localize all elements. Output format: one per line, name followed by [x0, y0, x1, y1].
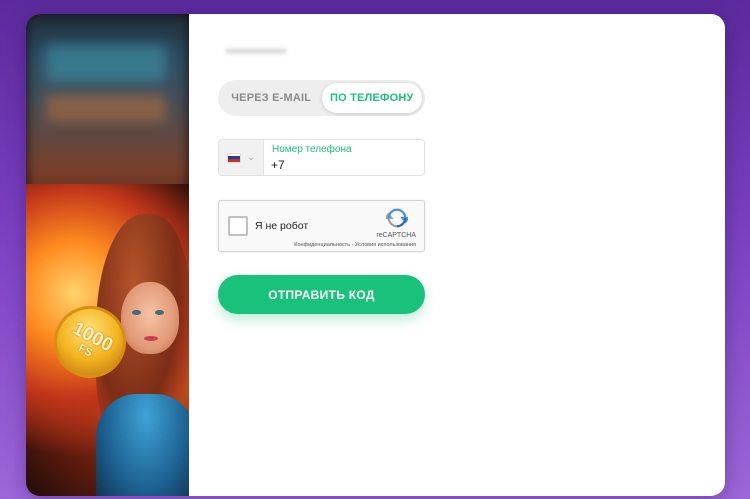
tab-email[interactable]: ЧЕРЕЗ E-MAIL: [221, 83, 322, 113]
phone-input[interactable]: [271, 157, 421, 173]
phone-input-wrapper: Номер телефона: [264, 140, 424, 175]
recaptcha-label: Я не робот: [255, 220, 309, 232]
recaptcha-widget: Я не робот reCAPTCHA Конфиденциальность …: [218, 200, 425, 252]
recaptcha-links[interactable]: Конфиденциальность - Условия использован…: [294, 242, 416, 248]
character-eye: [132, 310, 141, 315]
auth-method-tabs: ЧЕРЕЗ E-MAIL ПО ТЕЛЕФОНУ: [218, 80, 425, 116]
blurred-panel-title: ▬▬▬▬▬: [226, 42, 286, 56]
form-panel: ▬▬▬▬▬ ЧЕРЕЗ E-MAIL ПО ТЕЛЕФОНУ ⌄ Номер т…: [189, 14, 725, 496]
promo-banner: 1000 FS: [26, 14, 189, 496]
login-modal: 1000 FS ▬▬▬▬▬ ЧЕРЕЗ E-MAIL ПО ТЕЛЕФОНУ ⌄…: [26, 14, 725, 496]
character-face: [121, 282, 179, 354]
recaptcha-brand: reCAPTCHA: [376, 232, 416, 239]
russia-flag-icon: [227, 152, 242, 163]
character-dress: [96, 394, 189, 496]
recaptcha-checkbox[interactable]: [228, 216, 248, 236]
tab-phone[interactable]: ПО ТЕЛЕФОНУ: [321, 83, 422, 113]
recaptcha-logo-icon: [386, 208, 408, 228]
chevron-down-icon: ⌄: [247, 152, 255, 162]
character-eye: [155, 310, 164, 315]
phone-field: ⌄ Номер телефона: [218, 139, 425, 176]
phone-label: Номер телефона: [272, 144, 352, 155]
send-code-button[interactable]: ОТПРАВИТЬ КОД: [218, 275, 425, 314]
country-selector[interactable]: ⌄: [219, 140, 264, 175]
character-lips: [144, 336, 158, 341]
